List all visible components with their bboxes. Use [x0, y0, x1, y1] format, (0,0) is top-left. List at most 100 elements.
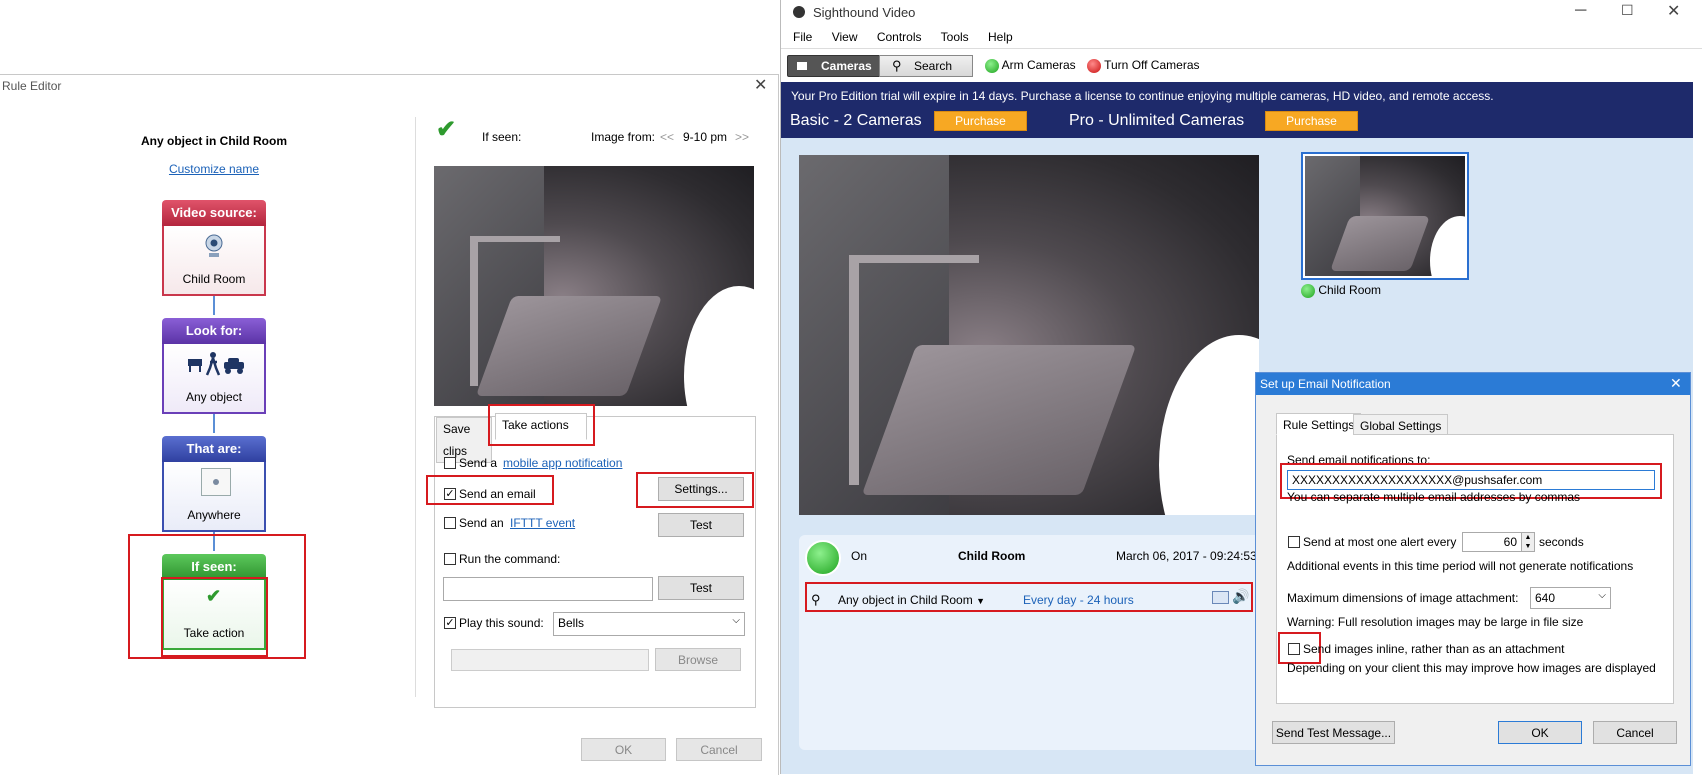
- send-a-label: Send a: [459, 456, 498, 470]
- at-most-input[interactable]: 60: [1462, 532, 1522, 552]
- trial-text: Your Pro Edition trial will expire in 14…: [791, 89, 1494, 103]
- warning-text: Warning: Full resolution images may be l…: [1287, 615, 1584, 629]
- at-most-label: Send at most one alert every: [1303, 535, 1457, 549]
- customize-name-link[interactable]: Customize name: [120, 162, 308, 176]
- rule-name: Any object in Child Room: [141, 134, 287, 148]
- ok-button[interactable]: OK: [581, 738, 666, 761]
- inline-label: Send images inline, rather than as an at…: [1303, 642, 1565, 656]
- rule-editor-window: Rule Editor ✕ Any object in Child Room C…: [0, 74, 779, 775]
- app-icon: [793, 6, 805, 18]
- camera-thumbnail[interactable]: [1301, 152, 1469, 280]
- at-most-checkbox[interactable]: [1288, 536, 1300, 548]
- command-test-button[interactable]: Test: [658, 576, 744, 600]
- chevron-down-icon: ⌵: [732, 615, 740, 626]
- red-dot-icon: [1087, 58, 1101, 73]
- divider: [415, 117, 416, 697]
- region-icon: [201, 468, 231, 496]
- run-command-label: Run the command:: [459, 552, 561, 566]
- minimize-icon[interactable]: ─: [1575, 2, 1586, 20]
- basic-label: Basic - 2 Cameras: [790, 112, 922, 129]
- chevron-down-icon: ⌵: [1598, 590, 1606, 601]
- purchase-basic-button[interactable]: Purchase: [934, 111, 1027, 131]
- image-from-label: Image from:: [591, 130, 656, 144]
- cancel-button[interactable]: Cancel: [676, 738, 762, 761]
- command-input[interactable]: [443, 577, 653, 601]
- maximize-icon[interactable]: ☐: [1621, 2, 1634, 19]
- camera-thumbnail-label: Child Room: [1301, 282, 1381, 298]
- mobile-notification-checkbox[interactable]: [444, 457, 456, 469]
- mobile-app-notification-link[interactable]: mobile app notification: [503, 456, 622, 470]
- menu-controls[interactable]: Controls: [877, 30, 922, 44]
- green-dot-icon: [1301, 283, 1315, 298]
- close-icon[interactable]: ✕: [754, 75, 767, 95]
- status-on: On: [851, 549, 868, 563]
- close-icon[interactable]: ✕: [1667, 1, 1680, 21]
- pro-label: Pro - Unlimited Cameras: [1069, 112, 1245, 129]
- image-next-button[interactable]: >>: [735, 130, 749, 144]
- step-video-source[interactable]: Video source: Child Room: [162, 200, 266, 296]
- green-status-icon: [805, 540, 841, 576]
- step-head: That are:: [162, 436, 266, 462]
- checkmark-icon: ✔: [436, 116, 457, 143]
- step-look-for[interactable]: Look for: Any object: [162, 318, 266, 414]
- step-label: Any object: [185, 390, 243, 404]
- tab-global-settings[interactable]: Global Settings: [1353, 414, 1449, 435]
- play-sound-label: Play this sound:: [459, 616, 544, 630]
- max-dim-label: Maximum dimensions of image attachment:: [1287, 591, 1519, 605]
- step-head: Look for:: [162, 318, 266, 344]
- step-head: Video source:: [162, 200, 266, 226]
- search-button[interactable]: ⚲ Search: [879, 55, 973, 77]
- step-that-are[interactable]: That are: Anywhere: [162, 436, 266, 532]
- live-camera-view[interactable]: [799, 155, 1259, 515]
- purchase-pro-button[interactable]: Purchase: [1265, 111, 1358, 131]
- cancel-button[interactable]: Cancel: [1593, 721, 1677, 744]
- highlight-box: [161, 577, 268, 657]
- menu-tools[interactable]: Tools: [941, 30, 969, 44]
- separate-hint: You can separate multiple email addresse…: [1287, 490, 1581, 504]
- ifttt-test-button[interactable]: Test: [658, 513, 744, 537]
- menu-bar: File View Controls Tools Help: [793, 30, 1029, 44]
- flow-connector: [213, 413, 215, 433]
- max-dim-select[interactable]: 640 ⌵: [1530, 587, 1611, 609]
- browse-button[interactable]: Browse: [655, 648, 741, 671]
- run-command-checkbox[interactable]: [444, 553, 456, 565]
- inline-hint: Depending on your client this may improv…: [1287, 661, 1656, 675]
- menu-help[interactable]: Help: [988, 30, 1013, 44]
- sound-file-input: [451, 649, 649, 671]
- ok-button[interactable]: OK: [1498, 721, 1582, 744]
- highlight-box: [805, 582, 1253, 612]
- seconds-label: seconds: [1539, 535, 1584, 549]
- cameras-label: Cameras: [821, 59, 872, 73]
- green-dot-icon: [985, 58, 999, 73]
- additional-hint: Additional events in this time period wi…: [1287, 559, 1634, 573]
- turn-off-cameras-label: Turn Off Cameras: [1104, 58, 1200, 72]
- image-prev-button[interactable]: <<: [660, 130, 674, 144]
- max-dim-value: 640: [1535, 591, 1556, 605]
- objects-icon: [186, 350, 246, 376]
- menu-view[interactable]: View: [832, 30, 858, 44]
- highlight-box: [426, 475, 554, 505]
- arm-cameras-label: Arm Cameras: [1001, 58, 1076, 72]
- play-sound-checkbox[interactable]: ✓: [444, 617, 456, 629]
- webcam-icon: [204, 234, 224, 258]
- step-label: Anywhere: [187, 508, 241, 522]
- cameras-button[interactable]: Cameras: [787, 55, 881, 77]
- send-test-message-button[interactable]: Send Test Message...: [1272, 721, 1395, 744]
- sound-select-value: Bells: [558, 616, 585, 630]
- ifttt-checkbox[interactable]: [444, 517, 456, 529]
- spinner-icon[interactable]: ▲ ▼: [1521, 532, 1535, 552]
- ifttt-event-link[interactable]: IFTTT event: [510, 516, 575, 530]
- email-dialog-title: Set up Email Notification: [1260, 377, 1391, 391]
- turn-off-cameras-button[interactable]: Turn Off Cameras: [1087, 56, 1200, 74]
- arm-cameras-button[interactable]: Arm Cameras: [985, 56, 1076, 74]
- divider: [781, 48, 1702, 49]
- status-datetime: March 06, 2017 - 09:24:53 P: [1116, 549, 1269, 563]
- search-label: Search: [914, 59, 953, 73]
- menu-file[interactable]: File: [793, 30, 812, 44]
- camera-name: Child Room: [1318, 283, 1382, 297]
- tab-rule-settings[interactable]: Rule Settings: [1276, 413, 1362, 435]
- sound-select[interactable]: Bells ⌵: [553, 612, 745, 636]
- email-dialog: Set up Email Notification ✕ Rule Setting…: [1255, 372, 1691, 766]
- camera-preview-image: [434, 166, 754, 406]
- close-icon[interactable]: ✕: [1670, 375, 1682, 392]
